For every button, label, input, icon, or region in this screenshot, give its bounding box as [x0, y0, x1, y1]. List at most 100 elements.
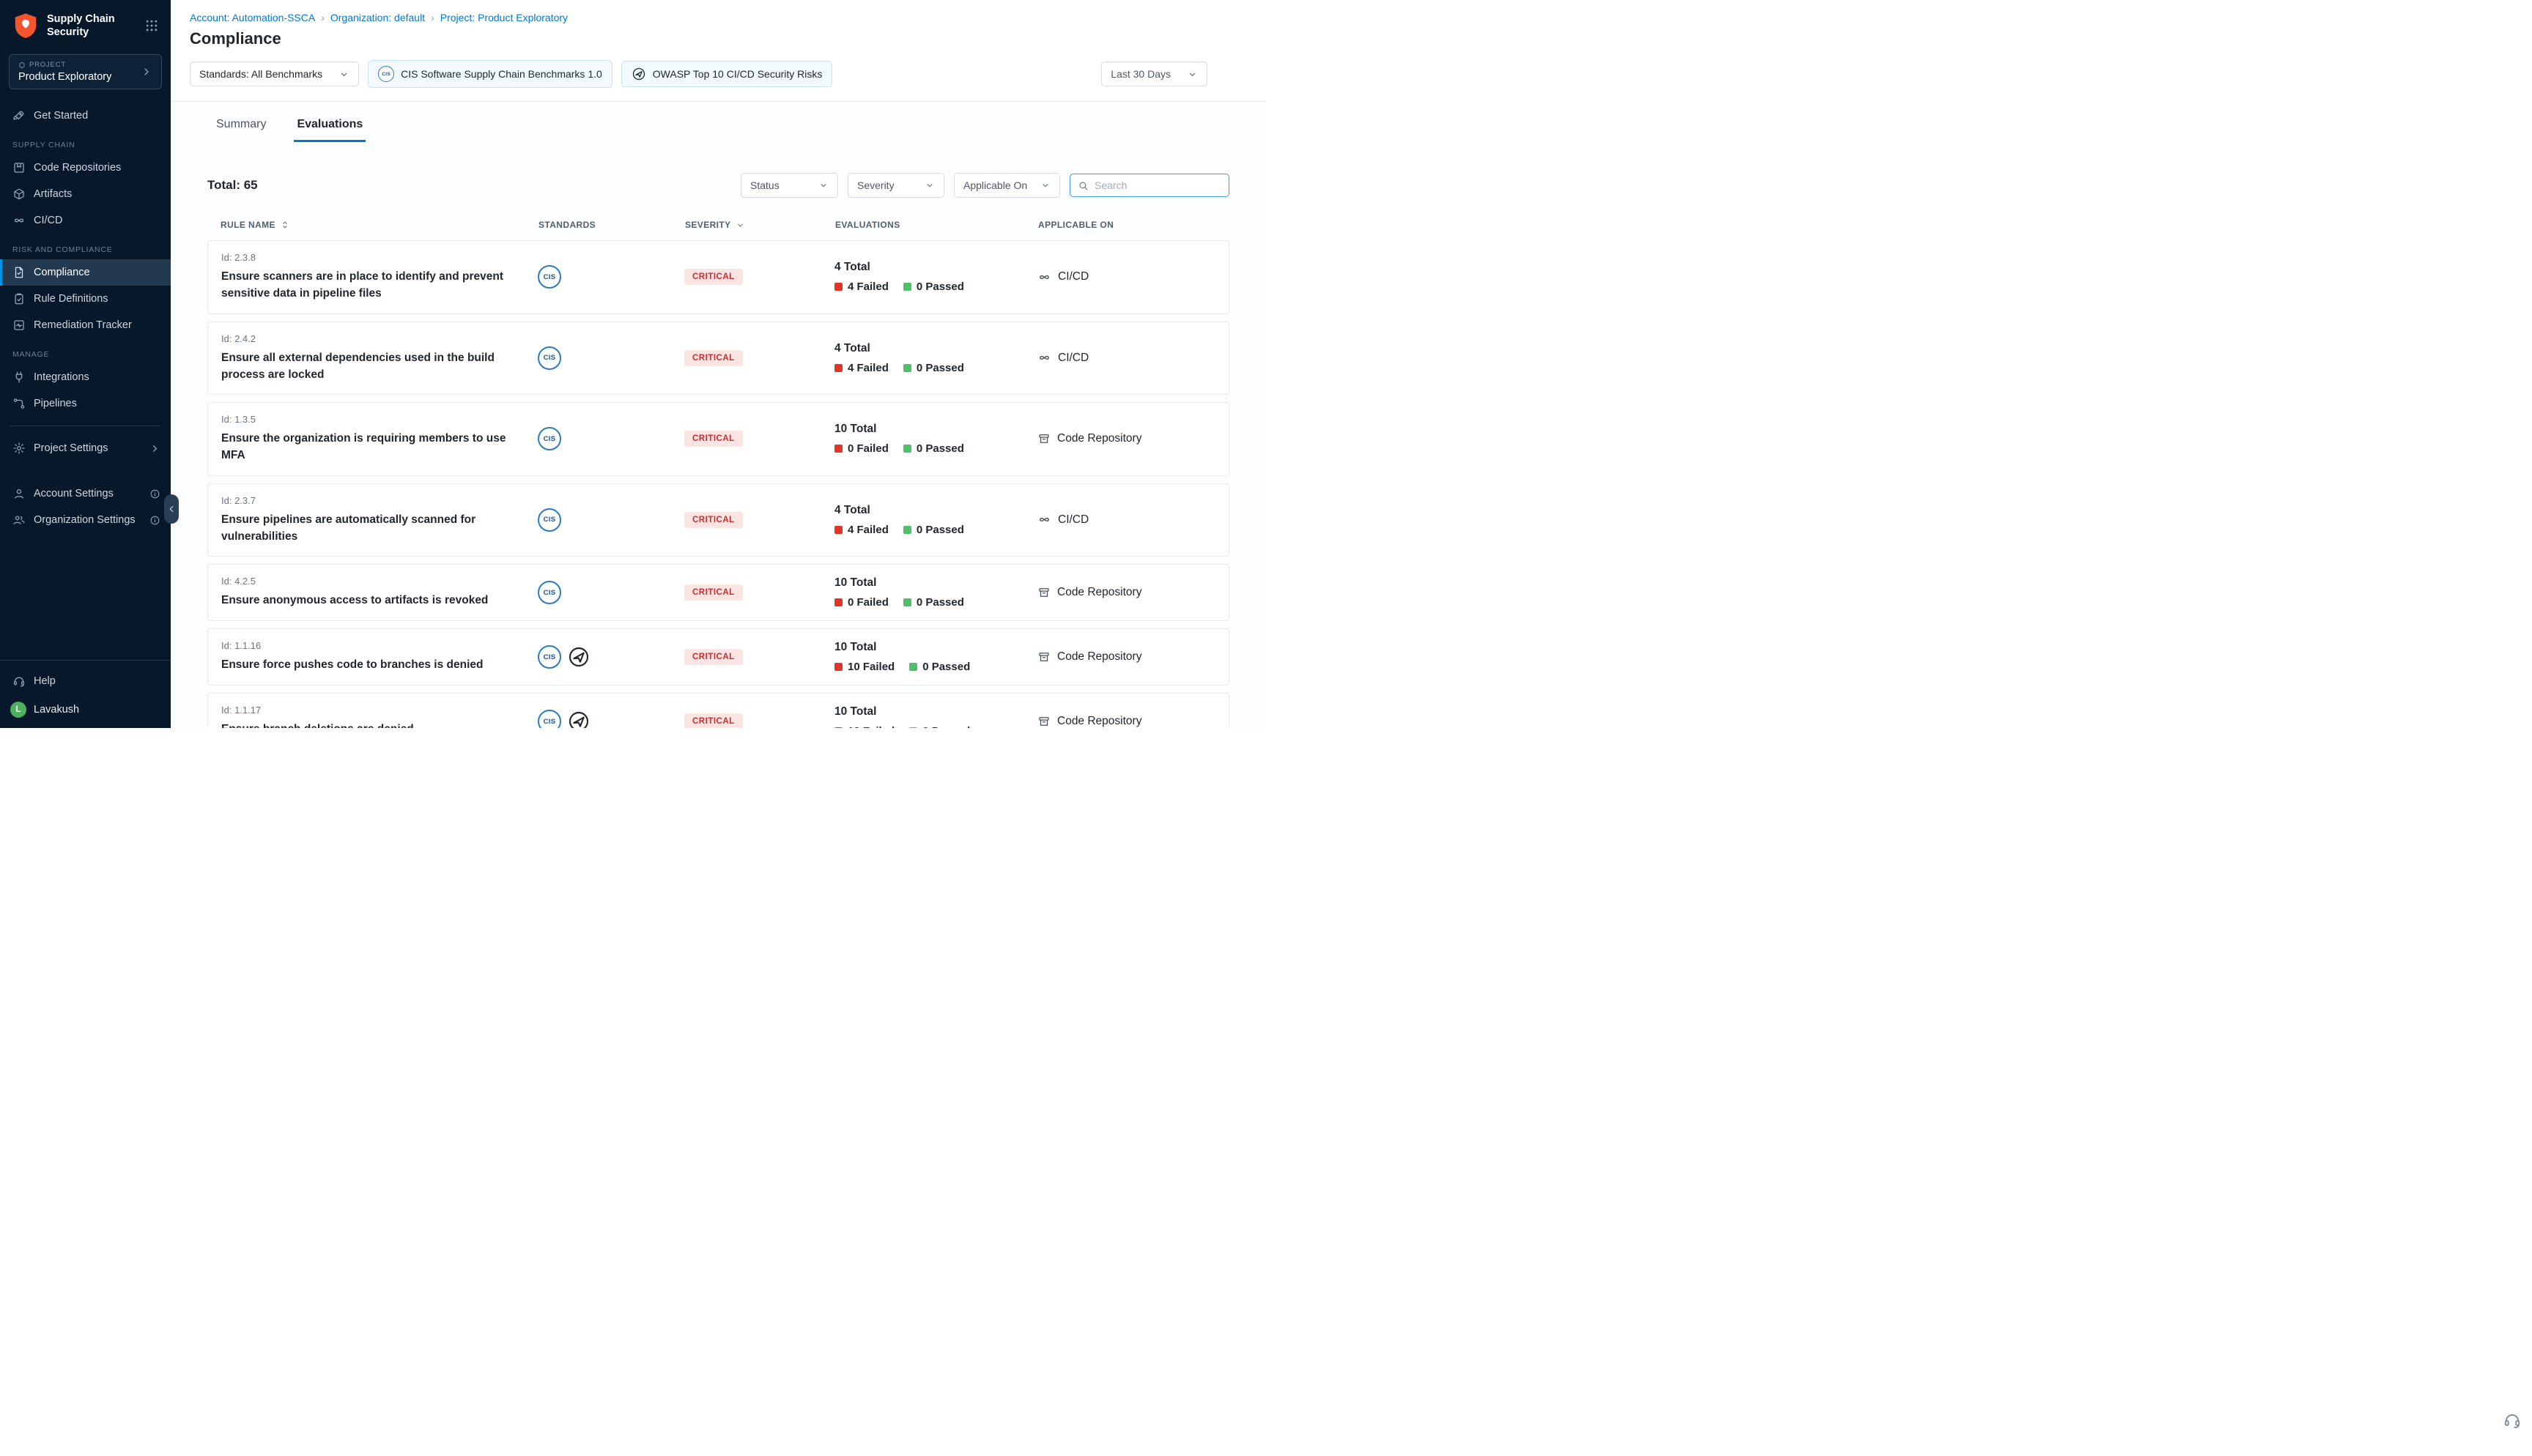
status-filter-label: Status — [750, 179, 780, 191]
failed-count: 4 Failed — [834, 524, 889, 536]
rule-id: Id: 1.1.17 — [221, 705, 538, 716]
applicable-on-filter-label: Applicable On — [963, 179, 1027, 191]
table-row[interactable]: Id: 1.1.17 Ensure branch deletions are d… — [207, 693, 1229, 728]
failed-indicator — [834, 598, 843, 606]
severity-badge: CRITICAL — [684, 713, 743, 728]
sidebar-item-account-settings[interactable]: Account Settings — [0, 480, 171, 507]
date-range-dropdown[interactable]: Last 30 Days — [1101, 62, 1207, 86]
module-switcher-icon[interactable] — [144, 18, 159, 33]
column-rule-name[interactable]: RULE NAME — [221, 220, 538, 230]
sidebar-item-integrations[interactable]: Integrations — [0, 364, 171, 390]
applicable-on-filter-dropdown[interactable]: Applicable On — [954, 173, 1060, 198]
breadcrumb-account[interactable]: Account: Automation-SSCA — [190, 12, 315, 23]
sidebar-item-pipelines[interactable]: Pipelines — [0, 390, 171, 417]
table-row[interactable]: Id: 1.3.5 Ensure the organization is req… — [207, 402, 1229, 476]
cicd-infinity-icon — [1037, 270, 1051, 284]
code-repository-icon — [1037, 586, 1051, 599]
rule-id: Id: 2.3.7 — [221, 495, 538, 506]
user-icon — [12, 487, 26, 500]
sidebar-item-artifacts[interactable]: Artifacts — [0, 181, 171, 207]
project-selector[interactable]: PROJECT Product Exploratory — [9, 54, 162, 89]
evaluations-total: 4 Total — [834, 342, 1037, 355]
severity-badge: CRITICAL — [684, 512, 743, 528]
headset-icon — [12, 675, 26, 688]
failed-indicator — [834, 526, 843, 534]
info-icon[interactable] — [149, 515, 160, 526]
sidebar-item-remediation-tracker[interactable]: Remediation Tracker — [0, 312, 171, 338]
document-check-icon — [12, 266, 26, 279]
search-input[interactable] — [1095, 179, 1221, 191]
sidebar-item-rule-definitions[interactable]: Rule Definitions — [0, 286, 171, 312]
sidebar-item-project-settings[interactable]: Project Settings — [0, 435, 171, 461]
infinity-icon — [12, 214, 26, 227]
standards-filter-dropdown[interactable]: Standards: All Benchmarks — [190, 62, 359, 86]
severity-filter-label: Severity — [857, 179, 895, 191]
severity-filter-dropdown[interactable]: Severity — [848, 173, 944, 198]
cis-standard-icon: CIS — [538, 346, 561, 370]
breadcrumb: Account: Automation-SSCA › Organization:… — [190, 12, 1207, 23]
sidebar-item-organization-settings[interactable]: Organization Settings — [0, 507, 171, 533]
table-row[interactable]: Id: 4.2.5 Ensure anonymous access to art… — [207, 564, 1229, 621]
applicable-on-label: CI/CD — [1058, 352, 1089, 365]
sidebar-item-get-started[interactable]: Get Started — [0, 103, 171, 129]
sidebar-item-label: Compliance — [34, 267, 90, 278]
chevron-right-icon — [141, 66, 152, 78]
rule-name: Ensure force pushes code to branches is … — [221, 656, 514, 673]
tab-summary[interactable]: Summary — [213, 112, 269, 142]
breadcrumb-project[interactable]: Project: Product Exploratory — [440, 12, 568, 23]
filters-row: Total: 65 Status Severity Applicable On — [207, 173, 1229, 198]
failed-indicator — [834, 727, 843, 728]
sidebar-collapse-handle[interactable] — [164, 494, 179, 524]
support-headset-icon[interactable] — [2503, 1411, 2522, 1430]
rules-table: Id: 2.3.8 Ensure scanners are in place t… — [207, 240, 1229, 728]
sidebar-item-help[interactable]: Help — [0, 668, 171, 694]
applicable-on-label: Code Repository — [1057, 586, 1141, 599]
sidebar: Supply Chain Security PROJECT Product Ex… — [0, 0, 171, 728]
column-severity[interactable]: SEVERITY — [685, 220, 835, 230]
cis-benchmark-chip[interactable]: CIS CIS Software Supply Chain Benchmarks… — [368, 60, 612, 88]
user-name: Lavakush — [34, 704, 79, 716]
sidebar-item-code-repositories[interactable]: Code Repositories — [0, 155, 171, 181]
sidebar-item-label: Account Settings — [34, 488, 114, 499]
sort-desc-icon[interactable] — [736, 220, 745, 230]
table-row[interactable]: Id: 1.1.16 Ensure force pushes code to b… — [207, 628, 1229, 686]
sidebar-item-label: Remediation Tracker — [34, 319, 132, 331]
brand: Supply Chain Security — [0, 0, 171, 48]
failed-indicator — [834, 283, 843, 291]
cis-standard-icon: CIS — [538, 581, 561, 604]
sidebar-item-label: Integrations — [34, 371, 89, 383]
passed-indicator — [903, 598, 911, 606]
brand-shield-icon[interactable] — [12, 12, 40, 40]
info-icon[interactable] — [149, 489, 160, 499]
breadcrumb-organization[interactable]: Organization: default — [330, 12, 425, 23]
applicable-on-cell: Code Repository — [1037, 432, 1215, 445]
owasp-chip[interactable]: OWASP Top 10 CI/CD Security Risks — [621, 61, 833, 87]
code-repository-icon — [1037, 650, 1051, 664]
clipboard-icon — [12, 292, 26, 305]
chevron-right-icon — [149, 443, 160, 454]
project-cube-icon — [18, 62, 26, 69]
rule-name: Ensure scanners are in place to identify… — [221, 268, 514, 302]
sort-icon[interactable] — [280, 220, 290, 230]
chevron-left-icon — [166, 504, 177, 514]
user-menu[interactable]: L Lavakush — [0, 694, 171, 718]
sidebar-item-label: Pipelines — [34, 398, 77, 409]
table-row[interactable]: Id: 2.4.2 Ensure all external dependenci… — [207, 322, 1229, 395]
column-standards: STANDARDS — [538, 220, 685, 230]
applicable-on-label: Code Repository — [1057, 432, 1141, 445]
table-header: RULE NAME STANDARDS SEVERITY EVALUATIONS… — [207, 220, 1229, 230]
table-row[interactable]: Id: 2.3.7 Ensure pipelines are automatic… — [207, 483, 1229, 557]
evaluations-panel: Total: 65 Status Severity Applicable On … — [171, 142, 1266, 728]
passed-indicator — [909, 727, 917, 728]
sidebar-item-compliance[interactable]: Compliance — [0, 259, 171, 286]
pipeline-icon — [12, 397, 26, 410]
status-filter-dropdown[interactable]: Status — [741, 173, 838, 198]
sidebar-item-cicd[interactable]: CI/CD — [0, 207, 171, 234]
evaluations-total: 4 Total — [834, 504, 1037, 517]
severity-badge: CRITICAL — [684, 649, 743, 665]
table-row[interactable]: Id: 2.3.8 Ensure scanners are in place t… — [207, 240, 1229, 314]
chevron-down-icon — [338, 69, 349, 80]
tab-evaluations[interactable]: Evaluations — [294, 112, 366, 142]
evaluations-total: 10 Total — [834, 576, 1037, 590]
section-label-supply-chain: SUPPLY CHAIN — [0, 129, 171, 155]
